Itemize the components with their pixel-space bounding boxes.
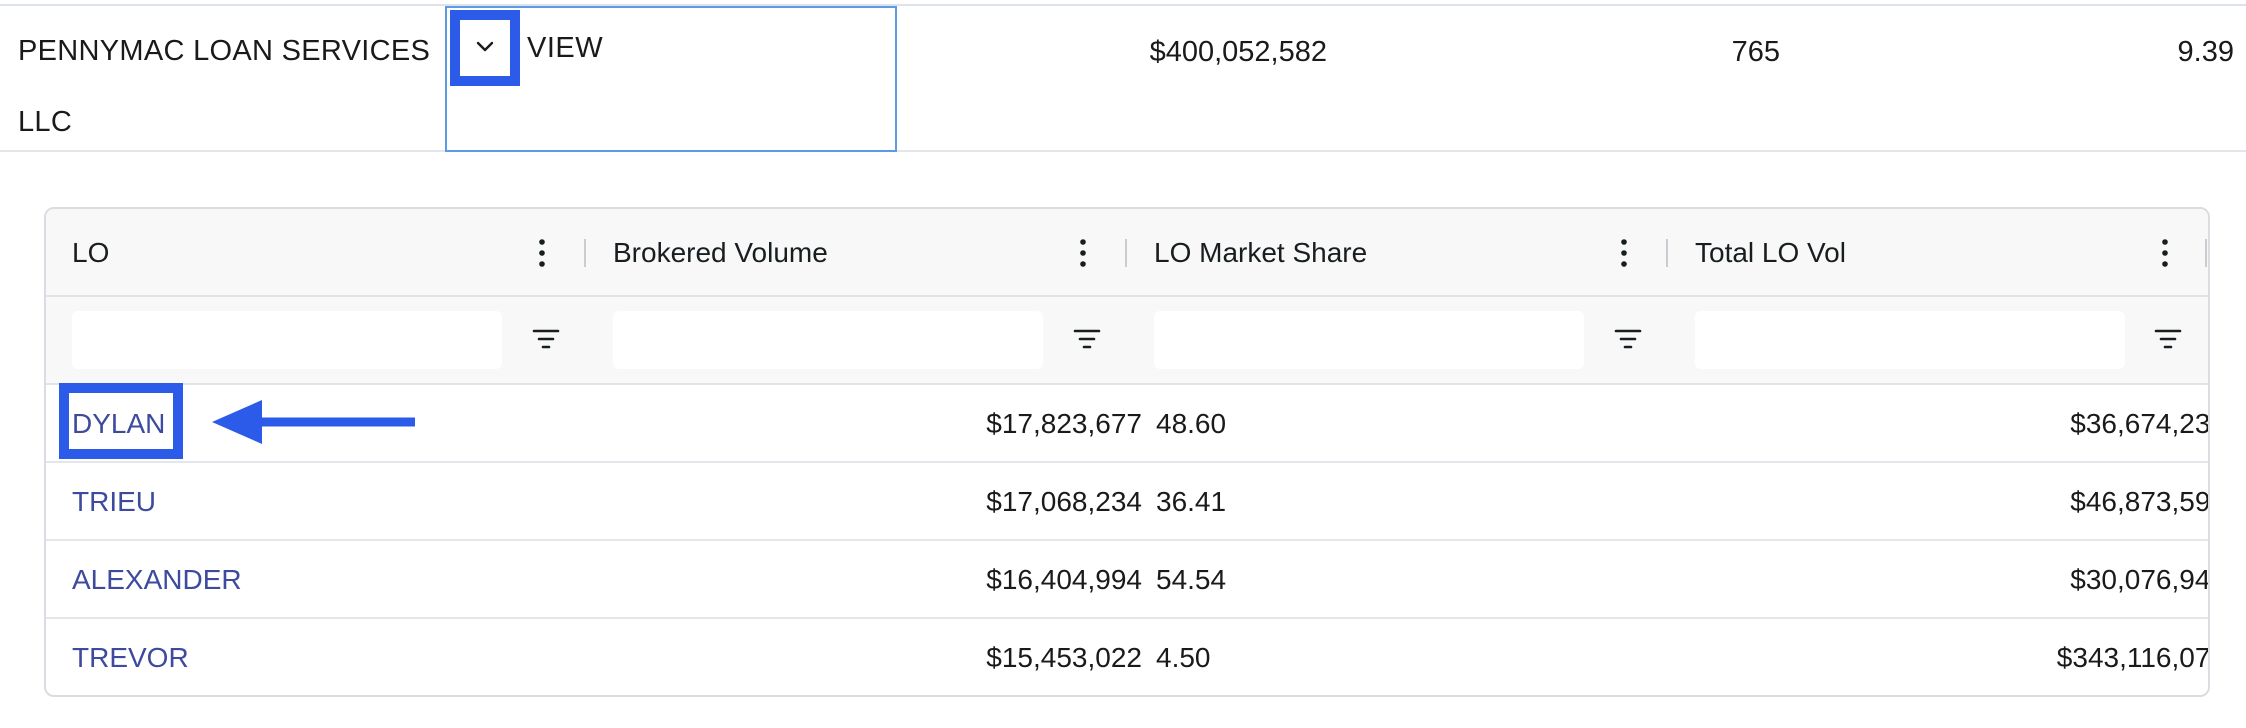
total-lo-vol-cell: $46,873,599 bbox=[2070, 486, 2210, 517]
filter-input-brokered-volume[interactable] bbox=[613, 311, 1043, 369]
table-row[interactable]: DYLAN $17,823,677 48.60 $36,674,238 bbox=[46, 385, 2208, 463]
kebab-menu-icon[interactable] bbox=[1614, 237, 1634, 269]
kebab-menu-icon[interactable] bbox=[2155, 237, 2175, 269]
lender-volume: $400,052,582 bbox=[1149, 36, 1327, 68]
lo-market-share-cell: 48.60 bbox=[1156, 408, 1227, 439]
column-header-total-lo-vol[interactable]: Total LO Vol bbox=[1669, 209, 2208, 297]
lo-name-link[interactable]: DYLAN bbox=[72, 385, 165, 463]
lo-name-link[interactable]: TRIEU bbox=[72, 463, 156, 541]
lender-name: PENNYMAC LOAN SERVICES LLC bbox=[18, 35, 431, 138]
kebab-menu-icon[interactable] bbox=[1073, 237, 1093, 269]
lo-market-share-cell: 54.54 bbox=[1156, 564, 1227, 595]
lender-row[interactable]: PENNYMAC LOAN SERVICES LLC VIEW $400,052… bbox=[0, 6, 2246, 152]
column-resize-handle[interactable] bbox=[1666, 239, 1668, 267]
table-row[interactable]: TRIEU $17,068,234 36.41 $46,873,599 bbox=[46, 463, 2208, 541]
column-header-lo[interactable]: LO bbox=[46, 209, 587, 297]
lo-market-share-cell: 36.41 bbox=[1156, 486, 1227, 517]
chevron-down-icon bbox=[473, 34, 497, 63]
filter-icon[interactable] bbox=[1071, 323, 1103, 355]
column-header-brokered-volume[interactable]: Brokered Volume bbox=[587, 209, 1128, 297]
column-header-lo-market-share[interactable]: LO Market Share bbox=[1128, 209, 1669, 297]
total-lo-vol-cell: $36,674,238 bbox=[2070, 408, 2210, 439]
lender-share: 9.39 bbox=[2177, 36, 2234, 68]
column-resize-handle[interactable] bbox=[1125, 239, 1127, 267]
total-lo-vol-cell: $343,116,070 bbox=[2056, 642, 2210, 673]
column-header-label: Brokered Volume bbox=[613, 237, 828, 268]
filter-icon[interactable] bbox=[2152, 323, 2184, 355]
view-label: VIEW bbox=[527, 32, 604, 64]
lo-name-link[interactable]: ALEXANDER bbox=[72, 541, 242, 619]
brokered-volume-cell: $17,823,677 bbox=[986, 408, 1142, 439]
total-lo-vol-cell: $30,076,948 bbox=[2070, 564, 2210, 595]
lender-count: 765 bbox=[1731, 36, 1780, 68]
brokered-volume-cell: $16,404,994 bbox=[986, 564, 1142, 595]
filter-input-total-lo-vol[interactable] bbox=[1695, 311, 2125, 369]
column-header-label: LO bbox=[72, 237, 110, 268]
filter-icon[interactable] bbox=[1612, 323, 1644, 355]
lo-detail-grid: LO Brokered Volume LO Market Share Total… bbox=[44, 207, 2210, 697]
column-header-label: Total LO Vol bbox=[1695, 237, 1846, 268]
expand-row-button[interactable] bbox=[450, 10, 520, 86]
column-resize-handle[interactable] bbox=[584, 239, 586, 267]
view-cell[interactable]: VIEW bbox=[445, 6, 897, 152]
brokered-volume-cell: $17,068,234 bbox=[986, 486, 1142, 517]
column-resize-handle[interactable] bbox=[2205, 239, 2207, 267]
filter-row bbox=[46, 297, 2208, 385]
kebab-menu-icon[interactable] bbox=[532, 237, 552, 269]
table-row[interactable]: ALEXANDER $16,404,994 54.54 $30,076,948 bbox=[46, 541, 2208, 619]
column-header-label: LO Market Share bbox=[1154, 237, 1368, 268]
filter-icon[interactable] bbox=[530, 323, 562, 355]
lo-name-link[interactable]: TREVOR bbox=[72, 619, 189, 695]
lo-market-share-cell: 4.50 bbox=[1156, 642, 1211, 673]
filter-input-lo-market-share[interactable] bbox=[1154, 311, 1584, 369]
grid-header: LO Brokered Volume LO Market Share Total… bbox=[46, 209, 2208, 297]
brokered-volume-cell: $15,453,022 bbox=[986, 642, 1142, 673]
table-row[interactable]: TREVOR $15,453,022 4.50 $343,116,070 bbox=[46, 619, 2210, 695]
filter-input-lo[interactable] bbox=[72, 311, 502, 369]
